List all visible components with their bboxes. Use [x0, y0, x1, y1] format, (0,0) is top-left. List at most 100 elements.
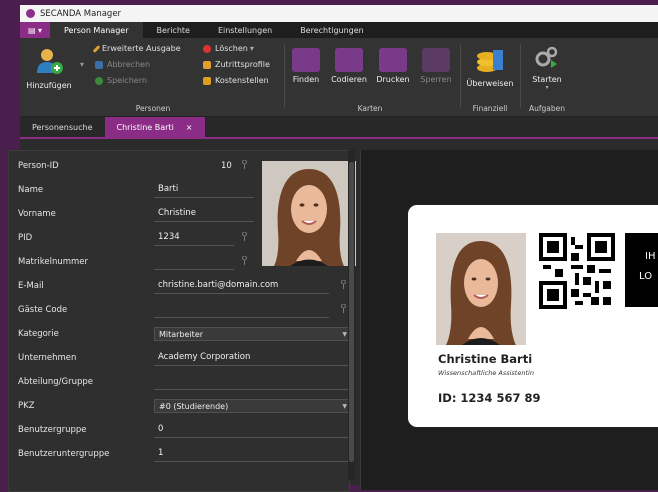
separator: [154, 365, 352, 366]
ribbon: Hinzufügen ▾ Erweiterte Ausgabe Abbreche…: [20, 38, 658, 117]
person-form: Person-ID 10 Name Barti Vorname Christin…: [8, 150, 356, 492]
print-card-icon: [379, 48, 407, 72]
name-field[interactable]: Barti: [158, 184, 178, 194]
dropdown-arrow-icon[interactable]: ▾: [80, 60, 84, 69]
group-label-persons: Personen: [135, 104, 171, 113]
cancel-button[interactable]: Abbrechen: [95, 60, 150, 69]
find-card-icon: [292, 48, 320, 72]
separator: [154, 245, 234, 246]
guest-code-label: Gäste Code: [18, 305, 68, 315]
pin-icon[interactable]: [242, 256, 247, 265]
encode-card-icon: [335, 48, 363, 72]
separator: [284, 44, 285, 108]
usergroup-field[interactable]: 0: [158, 424, 163, 434]
cost-centers-button[interactable]: Kostenstellen: [203, 76, 269, 85]
lock-card-icon: [422, 48, 450, 72]
subgroup-label: Benutzeruntergruppe: [18, 449, 110, 459]
group-label-tasks: Aufgaben: [528, 104, 565, 113]
person-id-label: Person-ID: [18, 161, 59, 171]
pin-icon[interactable]: [341, 304, 346, 313]
pid-label: PID: [18, 233, 33, 243]
card-side-text: LO: [639, 271, 653, 282]
id-card-preview: Christine Barti Wissenschaftliche Assist…: [408, 205, 658, 427]
matrikel-label: Matrikelnummer: [18, 257, 89, 267]
tab-person-search[interactable]: Personensuche: [20, 117, 105, 137]
group-label-cards: Karten: [357, 104, 383, 113]
company-field[interactable]: Academy Corporation: [158, 352, 250, 362]
add-person-button[interactable]: Hinzufügen: [24, 46, 74, 90]
start-button[interactable]: Starten ▾: [524, 44, 570, 91]
tab-christine-barti[interactable]: Christine Barti ×: [104, 117, 205, 137]
separator: [520, 44, 521, 108]
check-icon: [95, 76, 103, 85]
separator: [154, 197, 254, 198]
card-text-block: IH LO: [625, 233, 658, 307]
app-logo-icon: [26, 9, 35, 18]
extended-output-button[interactable]: Erweiterte Ausgabe: [92, 44, 181, 53]
pkz-select[interactable]: #0 (Studierende) ▼: [154, 399, 352, 413]
encode-button[interactable]: Codieren: [328, 48, 370, 84]
category-label: Kategorie: [18, 329, 59, 339]
window-title: SECANDA Manager: [40, 8, 122, 19]
title-bar: SECANDA Manager: [20, 5, 658, 22]
tab-berechtigungen[interactable]: Berechtigungen: [286, 22, 378, 38]
matrikel-field[interactable]: [154, 269, 234, 270]
print-button[interactable]: Drucken: [373, 48, 413, 84]
person-photo[interactable]: [262, 161, 356, 266]
card-photo: [436, 233, 526, 345]
delete-icon: [203, 44, 211, 53]
email-field[interactable]: christine.barti@domain.com: [158, 280, 278, 290]
document-tabs: Personensuche Christine Barti ×: [20, 117, 658, 139]
firstname-field[interactable]: Christine: [158, 208, 196, 218]
cost-icon: [203, 76, 211, 85]
department-field[interactable]: [154, 389, 352, 390]
separator: [154, 437, 352, 438]
pin-icon[interactable]: [242, 160, 247, 169]
separator: [460, 44, 461, 108]
usergroup-label: Benutzergruppe: [18, 425, 87, 435]
form-scrollbar[interactable]: [348, 150, 355, 480]
tab-berichte[interactable]: Berichte: [143, 22, 204, 38]
find-button[interactable]: Finden: [288, 48, 324, 84]
guest-code-field[interactable]: [154, 317, 329, 318]
name-label: Name: [18, 185, 44, 195]
person-id-value: 10: [221, 161, 232, 171]
qr-code-icon: [539, 233, 615, 309]
tab-einstellungen[interactable]: Einstellungen: [204, 22, 286, 38]
add-user-icon: [37, 49, 63, 74]
lock-button[interactable]: Sperren: [417, 48, 455, 84]
add-person-label: Hinzufügen: [26, 81, 72, 90]
card-role: Wissenschaftliche Assistentin: [438, 369, 534, 377]
save-button[interactable]: Speichern: [95, 76, 147, 85]
access-profiles-button[interactable]: Zutrittsprofile: [203, 60, 270, 69]
pkz-label: PKZ: [18, 401, 35, 411]
pencil-icon: [92, 44, 101, 53]
pin-icon[interactable]: [341, 280, 346, 289]
gears-icon: [535, 46, 558, 68]
subgroup-field[interactable]: 1: [158, 448, 163, 458]
card-id: ID: 1234 567 89: [438, 391, 541, 405]
card-side-text: IH: [645, 251, 656, 262]
app-menu-button[interactable]: ▤ ▾: [20, 22, 50, 38]
coins-icon: [477, 50, 503, 72]
pid-field[interactable]: 1234: [158, 232, 180, 242]
pin-icon[interactable]: [242, 232, 247, 241]
email-label: E-Mail: [18, 281, 44, 291]
close-tab-icon[interactable]: ×: [186, 123, 193, 132]
company-label: Unternehmen: [18, 353, 77, 363]
chevron-down-icon: ▼: [342, 403, 347, 410]
key-icon: [203, 60, 211, 69]
scrollbar-thumb[interactable]: [349, 162, 354, 462]
separator: [154, 221, 254, 222]
undo-icon: [95, 60, 103, 69]
chevron-down-icon: ▼: [342, 331, 347, 338]
department-label: Abteilung/Gruppe: [18, 377, 94, 387]
card-name: Christine Barti: [438, 352, 533, 366]
tab-person-manager[interactable]: Person Manager: [50, 22, 143, 38]
firstname-label: Vorname: [18, 209, 56, 219]
transfer-button[interactable]: Überweisen: [464, 46, 516, 88]
category-select[interactable]: Mitarbeiter ▼: [154, 327, 352, 341]
group-label-finance: Finanziell: [472, 104, 508, 113]
separator: [154, 461, 352, 462]
delete-button[interactable]: Löschen ▾: [203, 44, 254, 53]
